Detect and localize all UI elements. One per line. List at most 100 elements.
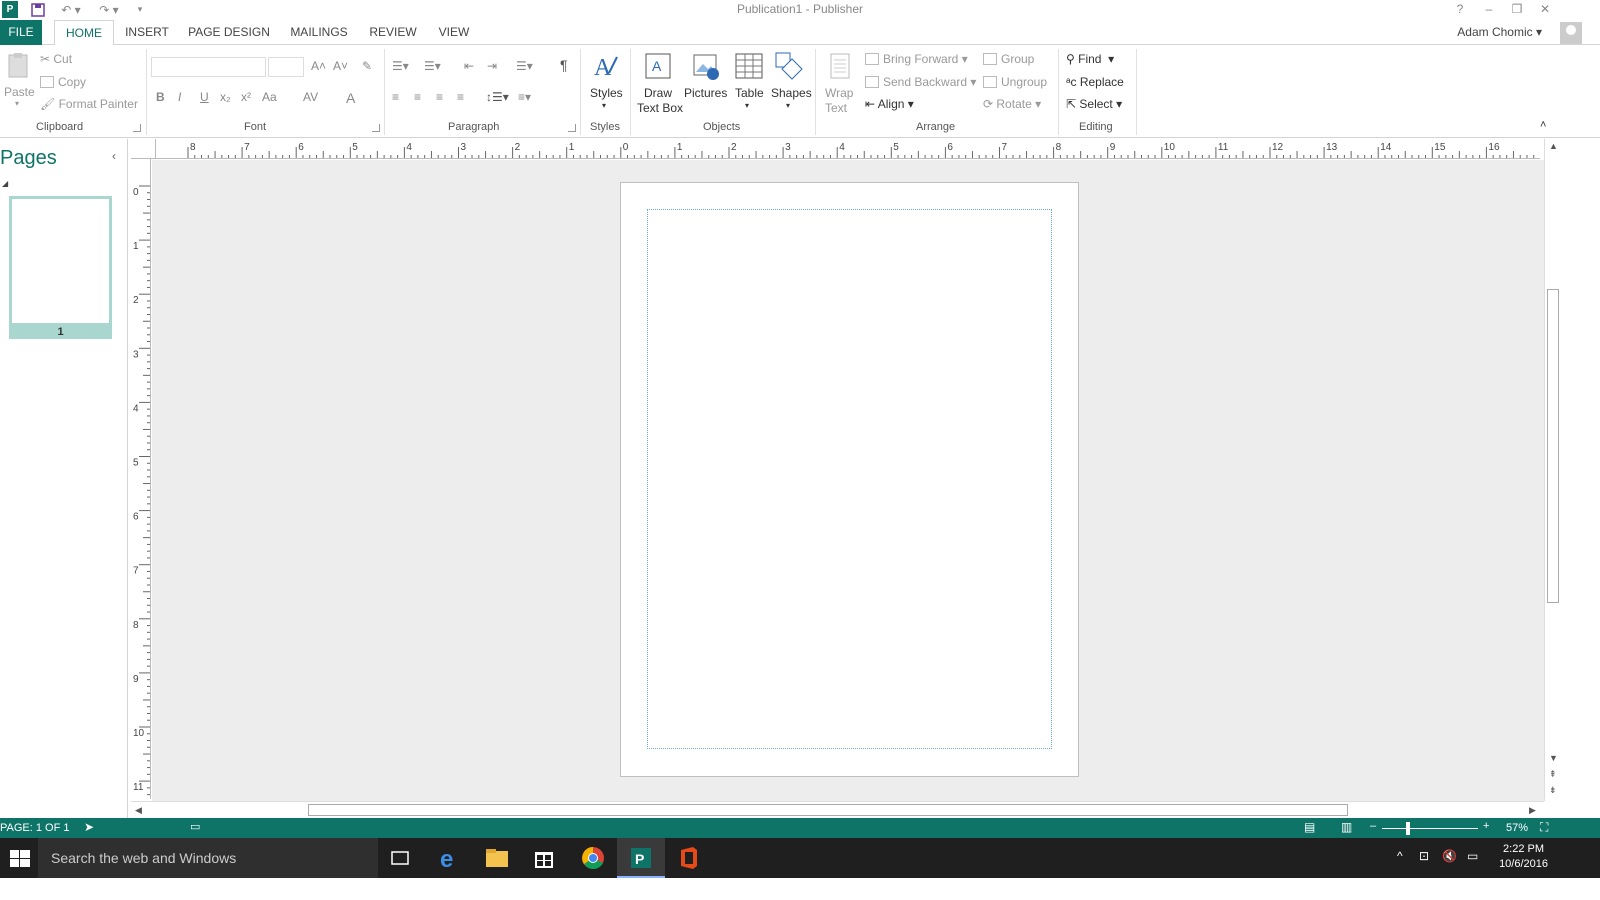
replace-button[interactable]: ᵃc Replace [1066,75,1124,89]
publisher-taskbar-button[interactable]: P [617,838,665,878]
zoom-out-button[interactable]: – [1370,820,1376,832]
align-left-icon[interactable]: ≡ [392,90,399,104]
store-icon[interactable] [530,844,558,872]
font-size-combo[interactable] [268,57,304,77]
rotate-button[interactable]: ⟳ Rotate ▾ [983,97,1041,111]
line-spacing-icon[interactable]: ↕☰▾ [486,90,509,104]
pictures-button[interactable]: Pictures [683,51,729,103]
draw-text-box-button[interactable]: A Draw Text Box [636,51,683,119]
shapes-button[interactable]: Shapes ▾ [770,51,812,115]
zoom-in-button[interactable]: + [1483,820,1489,832]
change-case-button[interactable]: Aa [262,90,277,104]
align-button[interactable]: ⇤ Align ▾ [865,97,914,111]
restore-button[interactable]: ❐ [1503,1,1531,18]
scroll-up-icon[interactable]: ▲ [1549,141,1558,151]
show-hidden-icons-icon[interactable]: ^ [1397,849,1403,863]
group-button[interactable]: Group [983,52,1034,66]
avatar[interactable] [1560,22,1582,44]
horizontal-scroll-thumb[interactable] [308,804,1348,816]
align-right-icon[interactable]: ≡ [436,90,443,104]
tab-page-design[interactable]: PAGE DESIGN [186,20,272,45]
italic-button[interactable]: I [178,90,181,104]
previous-page-icon[interactable]: ⇞ [1549,769,1557,780]
user-name[interactable]: Adam Chomic ▾ [1457,25,1542,39]
collapse-ribbon-icon[interactable]: ˄ [1540,119,1546,131]
help-button[interactable]: ? [1446,1,1474,18]
two-page-view-icon[interactable]: ▥ [1341,820,1352,834]
ruler-corner[interactable] [131,139,156,159]
bullets-icon[interactable]: ☰▾ [392,59,409,73]
font-color-button[interactable]: A [346,90,355,106]
scroll-down-icon[interactable]: ▼ [1549,753,1558,763]
align-center-icon[interactable]: ≡ [414,90,421,104]
vertical-scrollbar[interactable]: ▲ ▼ ⇞ ⇟ [1544,139,1560,801]
table-button[interactable]: Table ▾ [733,51,765,115]
action-center-icon[interactable]: ▭ [1467,849,1478,863]
page-indicator[interactable]: PAGE: 1 OF 1 [0,822,70,834]
character-spacing-button[interactable]: AV [303,90,318,104]
justify-icon[interactable]: ≡ [457,90,464,104]
minimize-button[interactable]: – [1475,1,1503,18]
tab-view[interactable]: VIEW [432,20,476,45]
network-icon[interactable]: ⊡ [1419,849,1429,863]
scroll-right-icon[interactable]: ▶ [1529,805,1536,816]
paragraph-spacing-icon[interactable]: ≡▾ [518,90,531,104]
office-icon[interactable] [675,844,703,872]
volume-muted-icon[interactable]: 🔇 [1442,849,1457,863]
paragraph-launcher-icon[interactable] [568,124,576,132]
file-explorer-icon[interactable] [483,844,511,872]
tab-file[interactable]: FILE [0,20,42,45]
taskbar-search-box[interactable]: Search the web and Windows [38,838,378,878]
zoom-slider-thumb[interactable] [1406,822,1410,835]
windows-start-icon[interactable] [6,844,34,872]
fit-page-icon[interactable]: ⛶ [1540,820,1548,835]
zoom-slider[interactable] [1382,828,1478,829]
pilcrow-button[interactable]: ¶ [560,57,568,73]
tab-home[interactable]: HOME [54,20,114,46]
find-button[interactable]: ⚲ Find ▾ [1066,52,1114,66]
clipboard-launcher-icon[interactable] [133,124,141,132]
vertical-ruler[interactable]: 0 1 2 3 4 5 6 7 8 9 10 11 [131,159,151,799]
tab-mailings[interactable]: MAILINGS [284,20,354,45]
font-launcher-icon[interactable] [372,124,380,132]
close-button[interactable]: ✕ [1531,1,1559,18]
page-thumbnail[interactable]: 1 [9,196,112,339]
zoom-level[interactable]: 57% [1506,822,1528,834]
clear-formatting-icon[interactable]: ✎ [362,59,372,73]
superscript-button[interactable]: x² [241,90,251,104]
styles-button[interactable]: A Styles ▾ [586,51,626,115]
format-painter-button[interactable]: 🖌 Format Painter [40,97,138,111]
horizontal-ruler[interactable]: 876543210123456789101112131415161 [156,139,1540,159]
cut-button[interactable]: ✂ Cut [40,52,72,66]
task-view-icon[interactable] [386,844,414,872]
shrink-font-button[interactable]: A˅ [333,59,348,73]
section-expander-icon[interactable]: ◢ [2,179,8,188]
edge-icon[interactable]: e [435,844,463,872]
collapse-pane-icon[interactable]: ‹ [112,149,116,163]
copy-button[interactable]: Copy [40,75,86,89]
grow-font-button[interactable]: A˄ [311,59,326,73]
paste-button[interactable]: Paste ▾ [4,51,35,113]
wrap-text-button[interactable]: Wrap Text [822,51,858,119]
single-page-view-icon[interactable]: ▤ [1304,820,1315,834]
taskbar-clock[interactable]: 2:22 PM 10/6/2016 [1499,842,1548,872]
numbering-icon[interactable]: ☰▾ [424,59,441,73]
bold-button[interactable]: B [156,90,165,104]
publication-page[interactable] [620,182,1079,777]
vertical-scroll-thumb[interactable] [1547,289,1559,603]
subscript-button[interactable]: x₂ [220,90,231,104]
horizontal-scrollbar[interactable]: ◀ ▶ [131,801,1544,817]
columns-icon[interactable]: ☰▾ [516,59,533,73]
font-name-combo[interactable] [151,57,266,77]
select-button[interactable]: ⇱ Select ▾ [1066,97,1122,111]
chrome-icon[interactable] [579,844,607,872]
tab-review[interactable]: REVIEW [366,20,420,45]
decrease-indent-icon[interactable]: ⇤ [464,59,474,73]
next-page-icon[interactable]: ⇟ [1549,785,1557,796]
scroll-left-icon[interactable]: ◀ [135,805,142,816]
send-backward-button[interactable]: Send Backward ▾ [865,75,976,89]
increase-indent-icon[interactable]: ⇥ [487,59,497,73]
bring-forward-button[interactable]: Bring Forward ▾ [865,52,968,66]
tab-insert[interactable]: INSERT [122,20,172,45]
underline-button[interactable]: U [200,90,209,104]
